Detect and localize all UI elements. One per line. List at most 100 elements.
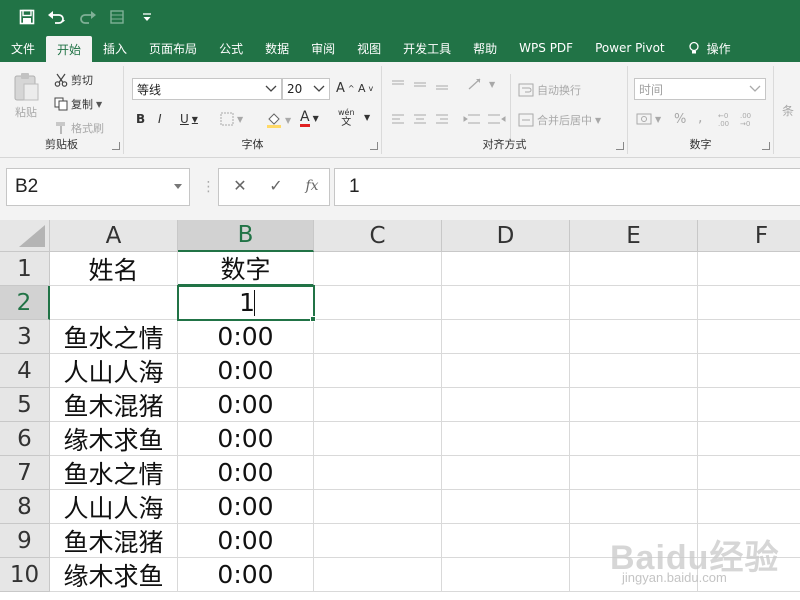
enter-icon[interactable]: ✓ <box>262 172 290 200</box>
phonetic-dropdown[interactable]: ▼ <box>364 113 370 122</box>
tab-page-layout[interactable]: 页面布局 <box>138 34 208 62</box>
cell-e10[interactable] <box>570 558 698 592</box>
copy-button[interactable]: 复制 ▼ <box>54 96 102 112</box>
row-header-8[interactable]: 8 <box>0 490 50 524</box>
dialog-launcher-icon[interactable] <box>370 142 378 150</box>
row-header-4[interactable]: 4 <box>0 354 50 388</box>
cell-e6[interactable] <box>570 422 698 456</box>
formula-input[interactable]: 1 <box>334 168 800 206</box>
cell-e3[interactable] <box>570 320 698 354</box>
cell-c6[interactable] <box>314 422 442 456</box>
column-header-d[interactable]: D <box>442 220 570 252</box>
dialog-launcher-icon[interactable] <box>762 142 770 150</box>
cell-b8[interactable]: 0:00 <box>178 490 314 524</box>
cell-c3[interactable] <box>314 320 442 354</box>
dialog-launcher-icon[interactable] <box>616 142 624 150</box>
tab-view[interactable]: 视图 <box>346 34 392 62</box>
borders-button[interactable]: ▼ <box>220 112 243 126</box>
cancel-icon[interactable]: ✕ <box>226 172 254 200</box>
comma-button[interactable]: , <box>698 110 702 126</box>
tab-help[interactable]: 帮助 <box>462 34 508 62</box>
cell-d10[interactable] <box>442 558 570 592</box>
cell-e2[interactable] <box>570 286 698 320</box>
cell-b10[interactable]: 0:00 <box>178 558 314 592</box>
tab-power-pivot[interactable]: Power Pivot <box>584 34 676 62</box>
bold-button[interactable]: B <box>136 112 145 126</box>
tab-wps-pdf[interactable]: WPS PDF <box>508 34 584 62</box>
cell-d3[interactable] <box>442 320 570 354</box>
fill-handle[interactable] <box>310 316 316 322</box>
cell-d8[interactable] <box>442 490 570 524</box>
cell-a3[interactable]: 鱼水之情 <box>50 320 178 354</box>
cell-e1[interactable] <box>570 252 698 286</box>
row-header-1[interactable]: 1 <box>0 252 50 286</box>
conditional-format-button[interactable]: 条 <box>782 102 794 119</box>
cell-d1[interactable] <box>442 252 570 286</box>
merge-center-button[interactable]: 合并后居中 ▼ <box>518 112 601 128</box>
cell-f5[interactable] <box>698 388 800 422</box>
cell-a8[interactable]: 人山人海 <box>50 490 178 524</box>
font-size-select[interactable]: 20 <box>282 78 330 100</box>
font-color-button[interactable]: A ▼ <box>300 110 319 127</box>
dialog-launcher-icon[interactable] <box>112 142 120 150</box>
cell-b2[interactable]: 1 <box>178 286 314 320</box>
horizontal-align-buttons[interactable] <box>390 112 450 126</box>
tab-home[interactable]: 开始 <box>46 36 93 62</box>
cell-d2[interactable] <box>442 286 570 320</box>
cell-a2[interactable] <box>50 286 178 320</box>
cell-f8[interactable] <box>698 490 800 524</box>
cell-f9[interactable] <box>698 524 800 558</box>
cell-d6[interactable] <box>442 422 570 456</box>
undo-icon[interactable] <box>44 4 70 30</box>
row-header-9[interactable]: 9 <box>0 524 50 558</box>
column-header-a[interactable]: A <box>50 220 178 252</box>
cell-b4[interactable]: 0:00 <box>178 354 314 388</box>
font-name-select[interactable]: 等线 <box>132 78 282 100</box>
save-icon[interactable] <box>14 4 40 30</box>
select-all-button[interactable] <box>0 220 50 252</box>
cell-e5[interactable] <box>570 388 698 422</box>
cell-b5[interactable]: 0:00 <box>178 388 314 422</box>
align-top-button[interactable] <box>390 78 450 92</box>
insert-function-icon[interactable]: fx <box>298 172 326 200</box>
cell-b1[interactable]: 数字 <box>178 252 314 286</box>
paste-button[interactable]: 粘贴 <box>12 72 40 120</box>
cell-e4[interactable] <box>570 354 698 388</box>
cell-e8[interactable] <box>570 490 698 524</box>
cell-f3[interactable] <box>698 320 800 354</box>
shrink-font-button[interactable]: Av <box>358 82 373 95</box>
spreadsheet-grid[interactable]: A B C D E F 1 姓名 数字 2 1 3 鱼水之情 0:00 4 人山人海 0:00 5 鱼木混猪 0:00… <box>0 220 800 600</box>
cell-c5[interactable] <box>314 388 442 422</box>
name-box[interactable]: B2 <box>6 168 190 206</box>
cell-b3[interactable]: 0:00 <box>178 320 314 354</box>
tab-developer[interactable]: 开发工具 <box>392 34 462 62</box>
column-header-c[interactable]: C <box>314 220 442 252</box>
cell-b7[interactable]: 0:00 <box>178 456 314 490</box>
tab-data[interactable]: 数据 <box>254 34 300 62</box>
tab-insert[interactable]: 插入 <box>92 34 138 62</box>
cell-f7[interactable] <box>698 456 800 490</box>
cell-a7[interactable]: 鱼水之情 <box>50 456 178 490</box>
cell-c2[interactable] <box>314 286 442 320</box>
cell-a9[interactable]: 鱼木混猪 <box>50 524 178 558</box>
cell-f2[interactable] <box>698 286 800 320</box>
cell-c1[interactable] <box>314 252 442 286</box>
decimal-buttons[interactable]: ←0.00.00 →0 <box>716 110 760 128</box>
cell-d4[interactable] <box>442 354 570 388</box>
cell-d7[interactable] <box>442 456 570 490</box>
cell-a1[interactable]: 姓名 <box>50 252 178 286</box>
cell-b9[interactable]: 0:00 <box>178 524 314 558</box>
cell-a6[interactable]: 缘木求鱼 <box>50 422 178 456</box>
cell-c4[interactable] <box>314 354 442 388</box>
accounting-format-button[interactable]: ▼ <box>636 112 661 126</box>
grow-font-button[interactable]: A ^ <box>336 81 355 96</box>
cell-e9[interactable] <box>570 524 698 558</box>
cell-c7[interactable] <box>314 456 442 490</box>
percent-button[interactable]: % <box>674 112 686 127</box>
row-header-2[interactable]: 2 <box>0 286 50 320</box>
tab-tell-me[interactable]: 操作 <box>676 34 742 62</box>
italic-button[interactable]: I <box>158 112 162 126</box>
row-header-3[interactable]: 3 <box>0 320 50 354</box>
tab-review[interactable]: 审阅 <box>300 34 346 62</box>
cell-f10[interactable] <box>698 558 800 592</box>
